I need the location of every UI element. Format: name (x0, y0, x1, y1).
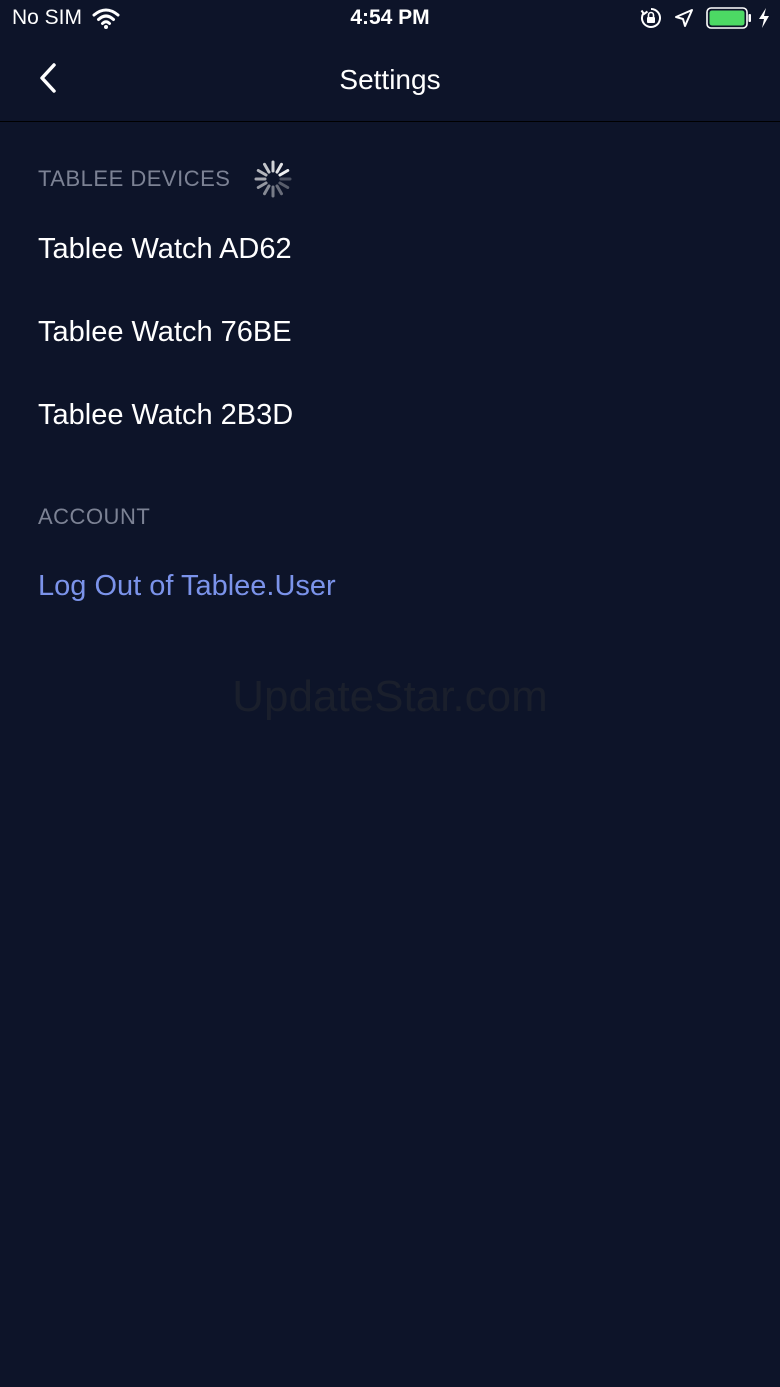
page-title: Settings (339, 64, 441, 95)
spinner-spoke (256, 181, 268, 189)
device-row[interactable]: Tablee Watch 76BE (38, 316, 292, 349)
watermark: UpdateStar.com (232, 672, 548, 721)
spinner-spoke (278, 169, 290, 177)
spinner-spoke (263, 184, 271, 196)
logout-button[interactable]: Log Out of Tablee.User (38, 570, 336, 603)
spinner-spoke (275, 162, 283, 174)
account-section-header: ACCOUNT (38, 504, 151, 529)
loading-spinner-icon (254, 160, 292, 198)
spinner-spoke (263, 162, 271, 174)
spinner-spoke (275, 184, 283, 196)
status-bar: No SIM 4:54 PM (0, 0, 780, 40)
spinner-spoke (278, 181, 290, 189)
charging-bolt-icon (759, 8, 769, 28)
navigation-bar: Settings (0, 40, 780, 122)
device-row[interactable]: Tablee Watch AD62 (38, 233, 292, 266)
spinner-spoke (256, 169, 268, 177)
devices-section-header: TABLEE DEVICES (38, 166, 231, 191)
status-right (640, 7, 770, 29)
orientation-lock-icon (640, 8, 661, 28)
battery-icon (706, 7, 751, 29)
settings-screen: No SIM 4:54 PM Settings TABLEE DEVICES T… (0, 0, 780, 1387)
location-arrow-icon (675, 9, 693, 27)
device-row[interactable]: Tablee Watch 2B3D (38, 399, 293, 432)
